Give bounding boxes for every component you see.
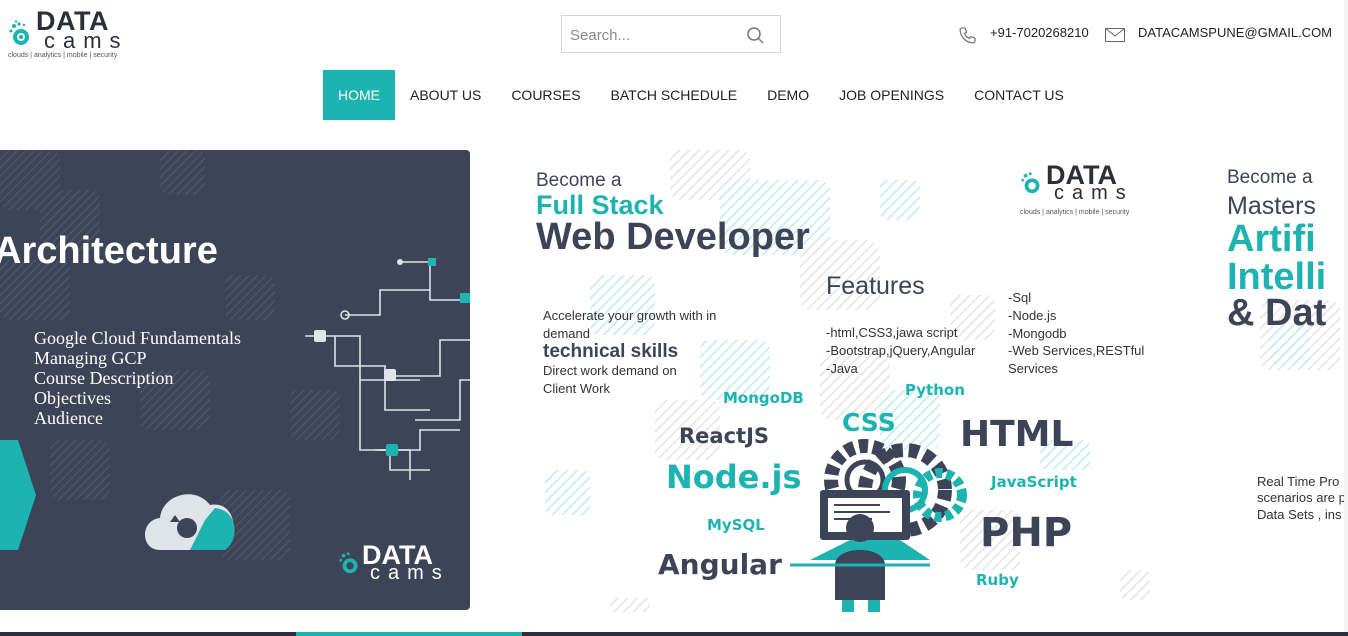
slide2-feature-2: -Bootstrap,jQuery,Angular [826,343,976,358]
slide1-item-3: Course Description [34,368,174,388]
slide2-become: Become a [536,170,622,191]
tag-mysql: MySQL [707,516,765,534]
slide1-item-4: Objectives [34,388,111,408]
nav-courses[interactable]: COURSES [496,70,595,120]
slide2-demand: demand [543,326,590,341]
slide1-item-1: Google Cloud Fundamentals [34,328,241,348]
slide2-accelerate: Accelerate your growth with in [543,308,717,323]
slide1-item-5: Audience [34,408,103,428]
slide1-item-2: Managing GCP [34,348,147,368]
slide2-feature-3: -Java [826,361,858,376]
slide2-feature-5: -Node.js [1008,308,1057,323]
nav-contact-us[interactable]: CONTACT US [959,70,1079,120]
logo-word-cams: cams [44,28,129,53]
tag-html: HTML [960,414,1074,455]
slide-full-stack[interactable]: Become a Full Stack Web Developer DATA c… [520,150,1160,612]
slide-masters-ai[interactable]: Become a Masters Artifi Intelli & Dat Re… [1200,150,1348,612]
page-scrollbar-track[interactable] [1344,0,1348,636]
nav-job-openings[interactable]: JOB OPENINGS [824,70,959,120]
main-nav: HOME ABOUT US COURSES BATCH SCHEDULE DEM… [323,70,1079,120]
nav-about-us[interactable]: ABOUT US [395,70,496,120]
banner-carousel[interactable]: Architecture Google Cloud Fundamentals M… [0,150,1348,612]
nav-demo[interactable]: DEMO [752,70,824,120]
slide2-feature-8: Services [1008,361,1058,376]
slide2-feature-1: -html,CSS3,jawa script [826,325,958,340]
tag-css: CSS [842,408,896,437]
tag-nodejs: Node.js [666,458,802,496]
slide2-logo: DATA cams clouds | analytics | mobile | … [1020,160,1145,222]
slide3-line3: & Dat [1227,292,1327,334]
section-divider-accent [296,632,522,636]
tag-python: Python [905,381,965,399]
slide2-web-developer: Web Developer [536,216,810,258]
slide1-course-list: Google Cloud Fundamentals Managing GCP C… [34,328,241,428]
section-divider [0,632,1348,636]
slide2-logo-tagline: clouds | analytics | mobile | security [1020,209,1130,216]
slide2-feature-7: -Web Services,RESTful [1008,343,1145,358]
slide2-features-title: Features [826,272,925,300]
search-input[interactable] [568,24,742,46]
phone-icon [959,27,976,44]
logo-dots-icon [9,20,29,45]
slide1-logo: DATA cams [338,540,463,588]
tag-reactjs: ReactJS [679,424,770,448]
nav-home[interactable]: HOME [323,70,395,120]
slide2-logo-dots-icon [1021,172,1040,194]
slide2-direct: Direct work demand on [543,363,677,378]
datacams-logo[interactable]: DATA cams clouds | analytics | mobile | … [8,6,143,62]
slide2-feature-4: -Sql [1008,290,1032,305]
contact-phone[interactable]: +91-7020268210 [990,25,1089,40]
tag-php: PHP [980,510,1073,556]
slide2-logo-cams: cams [1054,182,1134,204]
slide3-masters: Masters [1227,192,1316,220]
mail-icon [1105,28,1125,42]
tag-ruby: Ruby [976,571,1019,589]
tag-angular: Angular [658,548,782,581]
slide3-para1: Real Time Pro [1257,474,1340,489]
logo-tagline: clouds | analytics | mobile | security [8,52,118,59]
slide-gcp-architecture[interactable]: Architecture Google Cloud Fundamentals M… [0,150,470,610]
slide2-technical-skills: technical skills [543,341,679,362]
contact-email[interactable]: DATACAMSPUNE@GMAIL.COM [1138,25,1332,40]
slide1-logo-dots-icon [339,552,358,574]
slide3-para3: Data Sets , ins [1257,507,1342,522]
tag-javascript: JavaScript [991,473,1077,491]
site-header: DATA cams clouds | analytics | mobile | … [0,0,1348,130]
slide3-para2: scenarios are p [1257,490,1346,505]
slide1-logo-cams: cams [370,562,450,584]
slide1-title: Architecture [0,230,218,272]
search-box [561,15,781,53]
slide2-client: Client Work [543,381,610,396]
nav-batch-schedule[interactable]: BATCH SCHEDULE [596,70,753,120]
slide2-feature-6: -Mongodb [1008,326,1067,341]
search-icon[interactable] [746,26,764,44]
tag-mongodb: MongoDB [723,389,804,407]
slide3-line1: Artifi [1227,218,1316,260]
slide3-become: Become a [1227,167,1313,188]
